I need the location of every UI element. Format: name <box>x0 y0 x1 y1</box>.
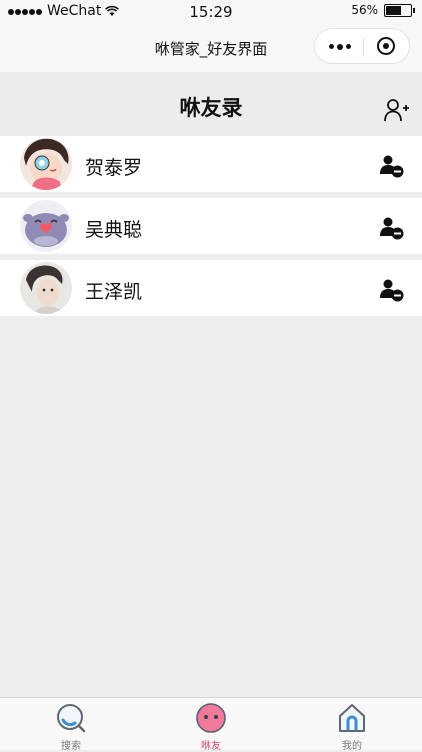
tab-xiu-friends[interactable]: 咻友 <box>171 702 251 752</box>
page-title: 咻友录 <box>179 96 243 120</box>
more-options-icon[interactable] <box>329 43 351 50</box>
close-miniprogram-icon[interactable] <box>377 37 395 55</box>
avatar <box>20 138 72 190</box>
capsule-menu <box>314 28 410 64</box>
avatar <box>20 200 72 252</box>
search-icon <box>57 704 86 733</box>
capsule-divider <box>363 38 364 56</box>
nav-bar: 咻管家_好友界面 <box>0 24 422 72</box>
friend-row[interactable]: 贺泰罗 <box>0 136 422 192</box>
page-header: 咻友录 <box>0 72 422 136</box>
friend-name: 贺泰罗 <box>85 157 143 179</box>
battery-percent: 56% <box>351 3 378 17</box>
xiu-friend-icon <box>196 703 226 733</box>
tab-bar: 搜索 咻友 我的 <box>0 697 422 752</box>
status-bar: WeChat 15:29 56% <box>0 0 422 24</box>
friend-list: 贺泰罗 吴典聪 王泽凯 <box>0 136 422 322</box>
remove-friend-icon[interactable] <box>380 216 404 240</box>
home-icon <box>339 704 365 732</box>
avatar <box>20 262 72 314</box>
friend-name: 吴典聪 <box>85 219 143 241</box>
add-friend-icon[interactable] <box>384 97 410 123</box>
tab-mine[interactable]: 我的 <box>312 702 392 752</box>
remove-friend-icon[interactable] <box>380 278 404 302</box>
battery-icon <box>384 3 415 17</box>
friend-row[interactable]: 王泽凯 <box>0 260 422 316</box>
battery-area: 56% <box>351 3 415 17</box>
remove-friend-icon[interactable] <box>380 154 404 178</box>
friend-name: 王泽凯 <box>85 281 143 303</box>
tab-search[interactable]: 搜索 <box>31 702 111 752</box>
friend-row[interactable]: 吴典聪 <box>0 198 422 254</box>
